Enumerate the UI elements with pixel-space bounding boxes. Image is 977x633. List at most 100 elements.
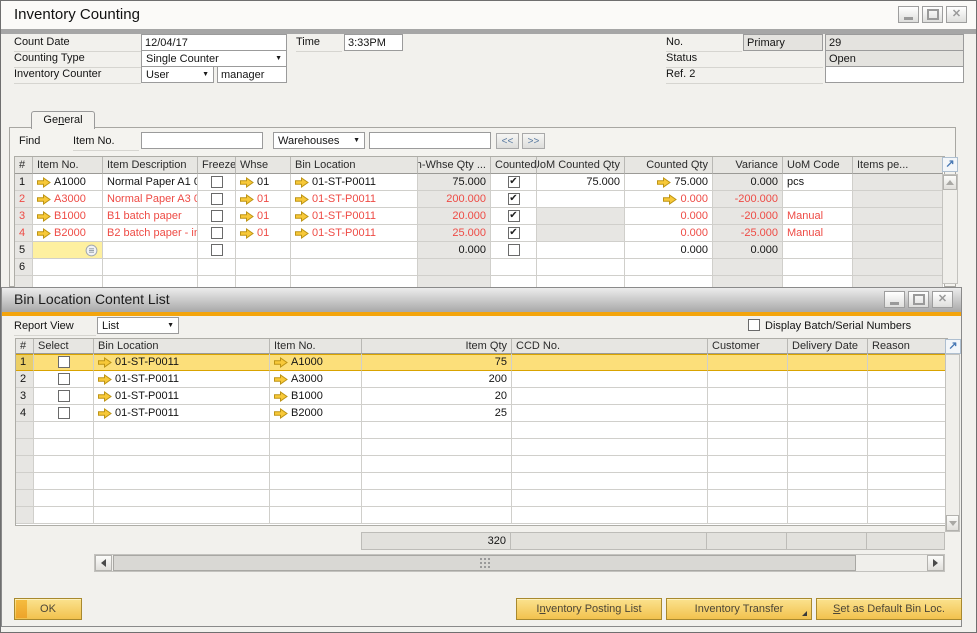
checkbox[interactable] [211, 227, 223, 239]
cell-freeze[interactable] [198, 225, 236, 242]
cell-select[interactable] [34, 354, 94, 371]
cell-bin[interactable] [94, 456, 270, 473]
bin-table-vscrollbar[interactable] [945, 354, 960, 532]
inventory-transfer-button[interactable]: Inventory Transfer [666, 598, 812, 620]
cell-num[interactable]: 1 [15, 174, 33, 191]
cell-counted[interactable] [491, 242, 537, 259]
cell-desc[interactable]: B2 batch paper - int [103, 225, 198, 242]
cell-whse[interactable] [236, 259, 291, 276]
scroll-down-button[interactable] [946, 515, 959, 531]
find-item-input[interactable] [141, 132, 263, 149]
bin-table-hscrollbar[interactable] [94, 554, 945, 572]
cell-bin[interactable]: 01-ST-P0011 [94, 371, 270, 388]
cell-customer[interactable] [708, 405, 788, 422]
cell-num[interactable]: 2 [15, 191, 33, 208]
cell-item_no[interactable] [270, 456, 362, 473]
cell-counted[interactable]: ✔ [491, 225, 537, 242]
close-button[interactable]: ✕ [946, 6, 967, 23]
cell-desc[interactable]: B1 batch paper [103, 208, 198, 225]
cell-freeze[interactable] [198, 191, 236, 208]
col-header-freeze[interactable]: Freeze [198, 157, 236, 174]
col-header-counted[interactable]: Counted [491, 157, 537, 174]
cell-select[interactable] [34, 422, 94, 439]
cell-items_per[interactable] [853, 191, 943, 208]
cell-delivery[interactable] [788, 354, 868, 371]
checkbox[interactable] [58, 373, 70, 385]
link-arrow-icon[interactable] [274, 391, 288, 402]
cell-num[interactable]: 1 [16, 354, 34, 371]
cell-uom_code[interactable]: pcs [783, 174, 853, 191]
cell-select[interactable] [34, 490, 94, 507]
cell-item_no[interactable]: B2000 [270, 405, 362, 422]
cell-uom_code[interactable] [783, 259, 853, 276]
cell-qty[interactable] [362, 473, 512, 490]
cell-num[interactable]: 5 [15, 242, 33, 259]
cell-num[interactable]: 6 [15, 259, 33, 276]
checkbox[interactable] [58, 356, 70, 368]
cell-select[interactable] [34, 507, 94, 524]
cell-bin[interactable]: 01-ST-P0011 [94, 354, 270, 371]
cell-customer[interactable] [708, 354, 788, 371]
cell-uom_code[interactable]: Manual [783, 225, 853, 242]
cell-bin[interactable]: 01-ST-P0011 [291, 174, 418, 191]
cell-bin[interactable]: 01-ST-P0011 [291, 208, 418, 225]
cell-items_per[interactable] [853, 174, 943, 191]
cell-item_no[interactable]: B1000 [270, 388, 362, 405]
link-arrow-icon[interactable] [98, 357, 112, 368]
display-batch-serial-checkbox[interactable] [748, 319, 760, 331]
cell-select[interactable] [34, 473, 94, 490]
cell-bin[interactable]: 01-ST-P0011 [94, 388, 270, 405]
cell-ccd[interactable] [512, 439, 708, 456]
ref2-input[interactable] [825, 66, 964, 83]
col-header-inwhse[interactable]: In-Whse Qty ... [418, 157, 491, 174]
cell-uom_cq[interactable] [537, 242, 625, 259]
cell-delivery[interactable] [788, 371, 868, 388]
cell-select[interactable] [34, 405, 94, 422]
cell-inwhse[interactable] [418, 259, 491, 276]
cell-variance[interactable] [713, 259, 783, 276]
cell-inwhse[interactable]: 75.000 [418, 174, 491, 191]
cell-num[interactable] [16, 422, 34, 439]
cell-item_no[interactable] [270, 439, 362, 456]
cell-ccd[interactable] [512, 354, 708, 371]
selection-list-icon[interactable] [85, 244, 98, 257]
cell-num[interactable] [16, 456, 34, 473]
cell-whse[interactable]: 01 [236, 208, 291, 225]
cell-counted[interactable]: ✔ [491, 208, 537, 225]
checkbox[interactable] [508, 244, 520, 256]
cell-reason[interactable] [868, 507, 946, 524]
cell-customer[interactable] [708, 490, 788, 507]
cell-uom_code[interactable]: Manual [783, 208, 853, 225]
checkbox[interactable] [211, 244, 223, 256]
cell-ccd[interactable] [512, 422, 708, 439]
cell-whse[interactable]: 01 [236, 191, 291, 208]
col-header-variance[interactable]: Variance [713, 157, 783, 174]
cell-ccd[interactable] [512, 507, 708, 524]
col-header-uom_code[interactable]: UoM Code [783, 157, 853, 174]
col-header-counted_qty[interactable]: Counted Qty [625, 157, 713, 174]
link-arrow-icon[interactable] [240, 177, 254, 188]
link-arrow-icon[interactable] [274, 408, 288, 419]
expand-form-icon[interactable]: ↗ [945, 339, 961, 354]
cell-qty[interactable] [362, 490, 512, 507]
col-header-select[interactable]: Select [34, 339, 94, 354]
cell-ccd[interactable] [512, 490, 708, 507]
cell-bin[interactable] [94, 422, 270, 439]
cell-variance[interactable]: -25.000 [713, 225, 783, 242]
link-arrow-icon[interactable] [240, 228, 254, 239]
cell-desc[interactable]: Normal Paper A1 00 [103, 174, 198, 191]
col-header-desc[interactable]: Item Description [103, 157, 198, 174]
cell-item_no[interactable]: A1000 [270, 354, 362, 371]
cell-num[interactable]: 2 [16, 371, 34, 388]
cell-variance[interactable]: -20.000 [713, 208, 783, 225]
cell-item_no[interactable]: B1000 [33, 208, 103, 225]
col-header-customer[interactable]: Customer [708, 339, 788, 354]
cell-bin[interactable] [94, 507, 270, 524]
cell-reason[interactable] [868, 405, 946, 422]
cell-bin[interactable]: 01-ST-P0011 [94, 405, 270, 422]
scroll-right-button[interactable] [927, 555, 944, 571]
scroll-up-button[interactable] [943, 175, 957, 190]
cell-num[interactable]: 4 [15, 225, 33, 242]
col-header-item_no[interactable]: Item No. [270, 339, 362, 354]
cell-qty[interactable] [362, 422, 512, 439]
